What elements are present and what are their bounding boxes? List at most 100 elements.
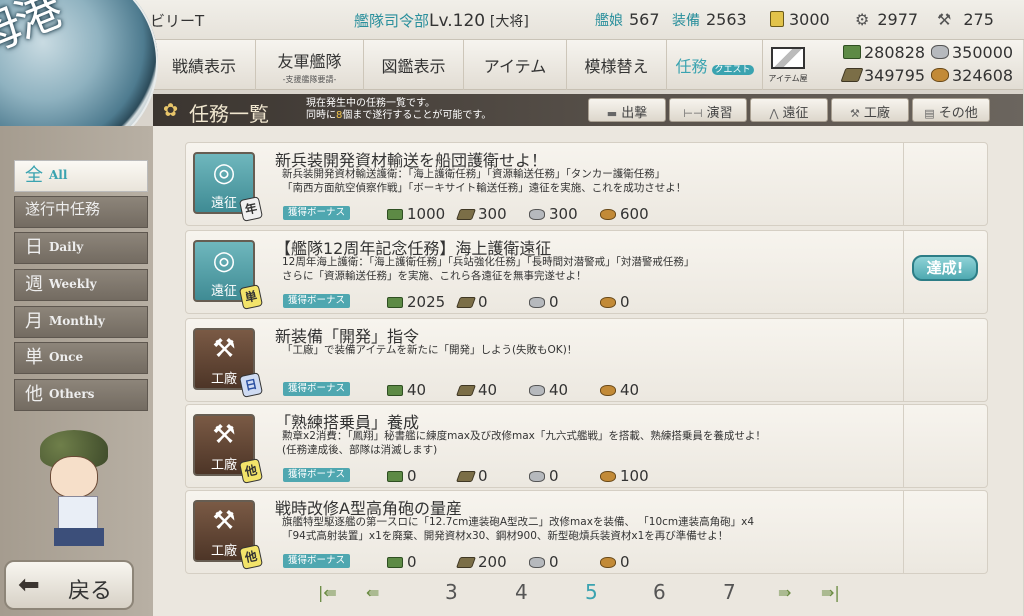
equip-count: 装備 2563 [672, 10, 747, 30]
reward-steel-value: 40 [549, 381, 569, 399]
exercise-icon: ⊢⊣ [683, 107, 703, 120]
hq-label: 艦隊司令部 [354, 12, 430, 30]
bauxite-icon [600, 557, 616, 568]
filter-sortie[interactable]: ▬ 出撃 [588, 98, 666, 122]
tab-in-progress-label: 遂行中任務 [25, 200, 101, 218]
reward-ammo-value: 200 [478, 553, 507, 571]
menu-furniture[interactable]: 模様替え [567, 40, 667, 90]
reward-fuel-value: 1000 [407, 205, 446, 223]
menu-friend-fleet-label: 友軍艦隊 [277, 52, 342, 71]
reward-steel: 0 [529, 553, 559, 571]
bauxite-icon [600, 209, 616, 220]
tab-once[interactable]: 単 Once [14, 342, 148, 374]
filter-arsenal[interactable]: ⚒ 工廠 [831, 98, 909, 122]
reward-bauxite: 0 [600, 553, 630, 571]
hq-level: 艦隊司令部Lv.120 [大将] [354, 10, 529, 31]
filter-expedition[interactable]: ⋀ 遠征 [750, 98, 828, 122]
bucket-icon [770, 11, 784, 27]
tab-monthly[interactable]: 月 Monthly [14, 306, 148, 338]
back-button[interactable]: ⬅ 戻る [4, 560, 134, 610]
page-7[interactable]: 7 [723, 580, 736, 604]
quest-item[interactable]: ◎ 遠征 年 新兵装開発資材輸送を船団護衛せよ！ 新兵装開発資材輸送護衛：「海上… [185, 142, 988, 226]
ammo-icon [455, 209, 477, 220]
steel-icon [529, 471, 545, 482]
page-5-current[interactable]: 5 [585, 580, 598, 604]
bonus-label: 獲得ボーナス [283, 468, 351, 482]
page-6[interactable]: 6 [653, 580, 666, 604]
ammo-icon [455, 297, 477, 308]
quest-item[interactable]: ⚒ 工廠 他 「熟練搭乗員」養成 勲章x2消費：「鳳翔」秘書艦に練度max及び改… [185, 404, 988, 488]
reward-steel: 300 [529, 205, 578, 223]
hq-level-value: Lv.120 [429, 11, 486, 31]
reward-steel: 0 [529, 293, 559, 311]
screw-count: ⚒ 275 [937, 10, 994, 29]
ammo-icon [455, 385, 477, 396]
menu-encyclopedia[interactable]: 図鑑表示 [364, 40, 464, 90]
menu-quests[interactable]: 任務 クエスト [667, 40, 763, 90]
steel-resource: 350000 [931, 43, 1013, 62]
reward-bauxite-value: 0 [620, 553, 630, 571]
quest-item[interactable]: ⚒ 工廠 他 戦時改修A型高角砲の量産 旗艦特型駆逐艦の第一スロに「12.7cm… [185, 490, 988, 574]
tab-all[interactable]: 全 All [14, 160, 148, 192]
filter-exercise[interactable]: ⊢⊣ 演習 [669, 98, 747, 122]
shop-icon [771, 47, 805, 69]
filter-other[interactable]: ▤ その他 [912, 98, 990, 122]
first-page-icon[interactable]: |⇚ [318, 583, 337, 602]
last-page-icon[interactable]: ⇛| [821, 583, 840, 602]
reward-bauxite: 0 [600, 293, 630, 311]
steel-icon [529, 385, 545, 396]
quest-header-desc-line2: 同時に8個まで遂行することが可能です。 [306, 110, 491, 122]
quest-item[interactable]: ⚒ 工廠 日 新装備「開発」指令 「工廠」で装備アイテムを新たに「開発」しよう(… [185, 318, 988, 402]
menu-items[interactable]: アイテム [464, 40, 567, 90]
quest-list: ◎ 遠征 年 新兵装開発資材輸送を船団護衛せよ！ 新兵装開発資材輸送護衛：「海上… [153, 126, 1023, 616]
sortie-icon: ▬ [606, 107, 618, 120]
quest-description: 勲章x2消費：「鳳翔」秘書艦に練度max及び改修max「九六式艦戦」を搭載、熟練… [282, 430, 766, 456]
tab-others[interactable]: 他 Others [14, 379, 148, 411]
book-icon: ▤ [924, 107, 935, 120]
menu-friend-fleet[interactable]: 友軍艦隊 -支援艦隊要請- [256, 40, 364, 90]
quest-type-label: 単 [243, 288, 259, 306]
reward-steel: 0 [529, 467, 559, 485]
fuel-icon [387, 297, 403, 308]
fuel-icon [843, 45, 861, 59]
hammer-icon: ⚒ [937, 10, 952, 29]
bonus-label: 獲得ボーナス [283, 206, 351, 220]
quest-type-badge: 日 [238, 372, 264, 398]
quest-type-badge: 他 [238, 458, 264, 484]
quest-header-desc-line1: 現在発生中の任務一覧です。 [306, 98, 435, 109]
bauxite-icon [600, 297, 616, 308]
quest-item[interactable]: ◎ 遠征 単 【艦隊12周年記念任務】海上護衛遠征 12周年海上護衛：「海上護衛… [185, 230, 988, 314]
tab-weekly[interactable]: 週 Weekly [14, 269, 148, 301]
expedition-icon: ⋀ [769, 107, 779, 120]
page-title: 任務一覧 [189, 102, 269, 126]
bonus-label: 獲得ボーナス [283, 382, 351, 396]
tab-once-kanji: 単 [25, 347, 43, 368]
page-4[interactable]: 4 [515, 580, 528, 604]
ammo-icon [840, 68, 864, 82]
menu-records[interactable]: 戦績表示 [153, 40, 256, 90]
quest-description: 12周年海上護衛：「海上護衛任務」「兵站強化任務」「長時間対潜警戒」「対潜警戒任… [282, 256, 695, 282]
chibi-face [50, 456, 98, 498]
reward-bauxite-value: 0 [620, 293, 630, 311]
steel-icon [529, 297, 545, 308]
compass-icon: ◎ [212, 158, 236, 188]
reward-fuel: 0 [387, 553, 417, 571]
filter-other-label: その他 [938, 106, 978, 121]
next-page-icon[interactable]: ⇛ [778, 583, 791, 602]
screw-count-value: 275 [963, 10, 994, 29]
item-shop-button[interactable]: アイテム屋 [765, 43, 811, 87]
reward-fuel-value: 0 [407, 467, 417, 485]
quest-type-badge: 単 [238, 284, 264, 310]
tab-daily[interactable]: 日 Daily [14, 232, 148, 264]
tab-all-kanji: 全 [25, 165, 43, 186]
equip-count-label: 装備 [672, 13, 700, 29]
page-3[interactable]: 3 [445, 580, 458, 604]
steel-icon [931, 45, 949, 59]
filter-exercise-label: 演習 [706, 106, 733, 121]
tab-in-progress[interactable]: 遂行中任務 [14, 196, 148, 228]
bauxite-icon [931, 68, 949, 82]
reward-bauxite: 40 [600, 381, 639, 399]
completed-badge[interactable]: 達成! [912, 255, 978, 281]
bonus-label: 獲得ボーナス [283, 554, 351, 568]
prev-page-icon[interactable]: ⇚ [366, 583, 379, 602]
